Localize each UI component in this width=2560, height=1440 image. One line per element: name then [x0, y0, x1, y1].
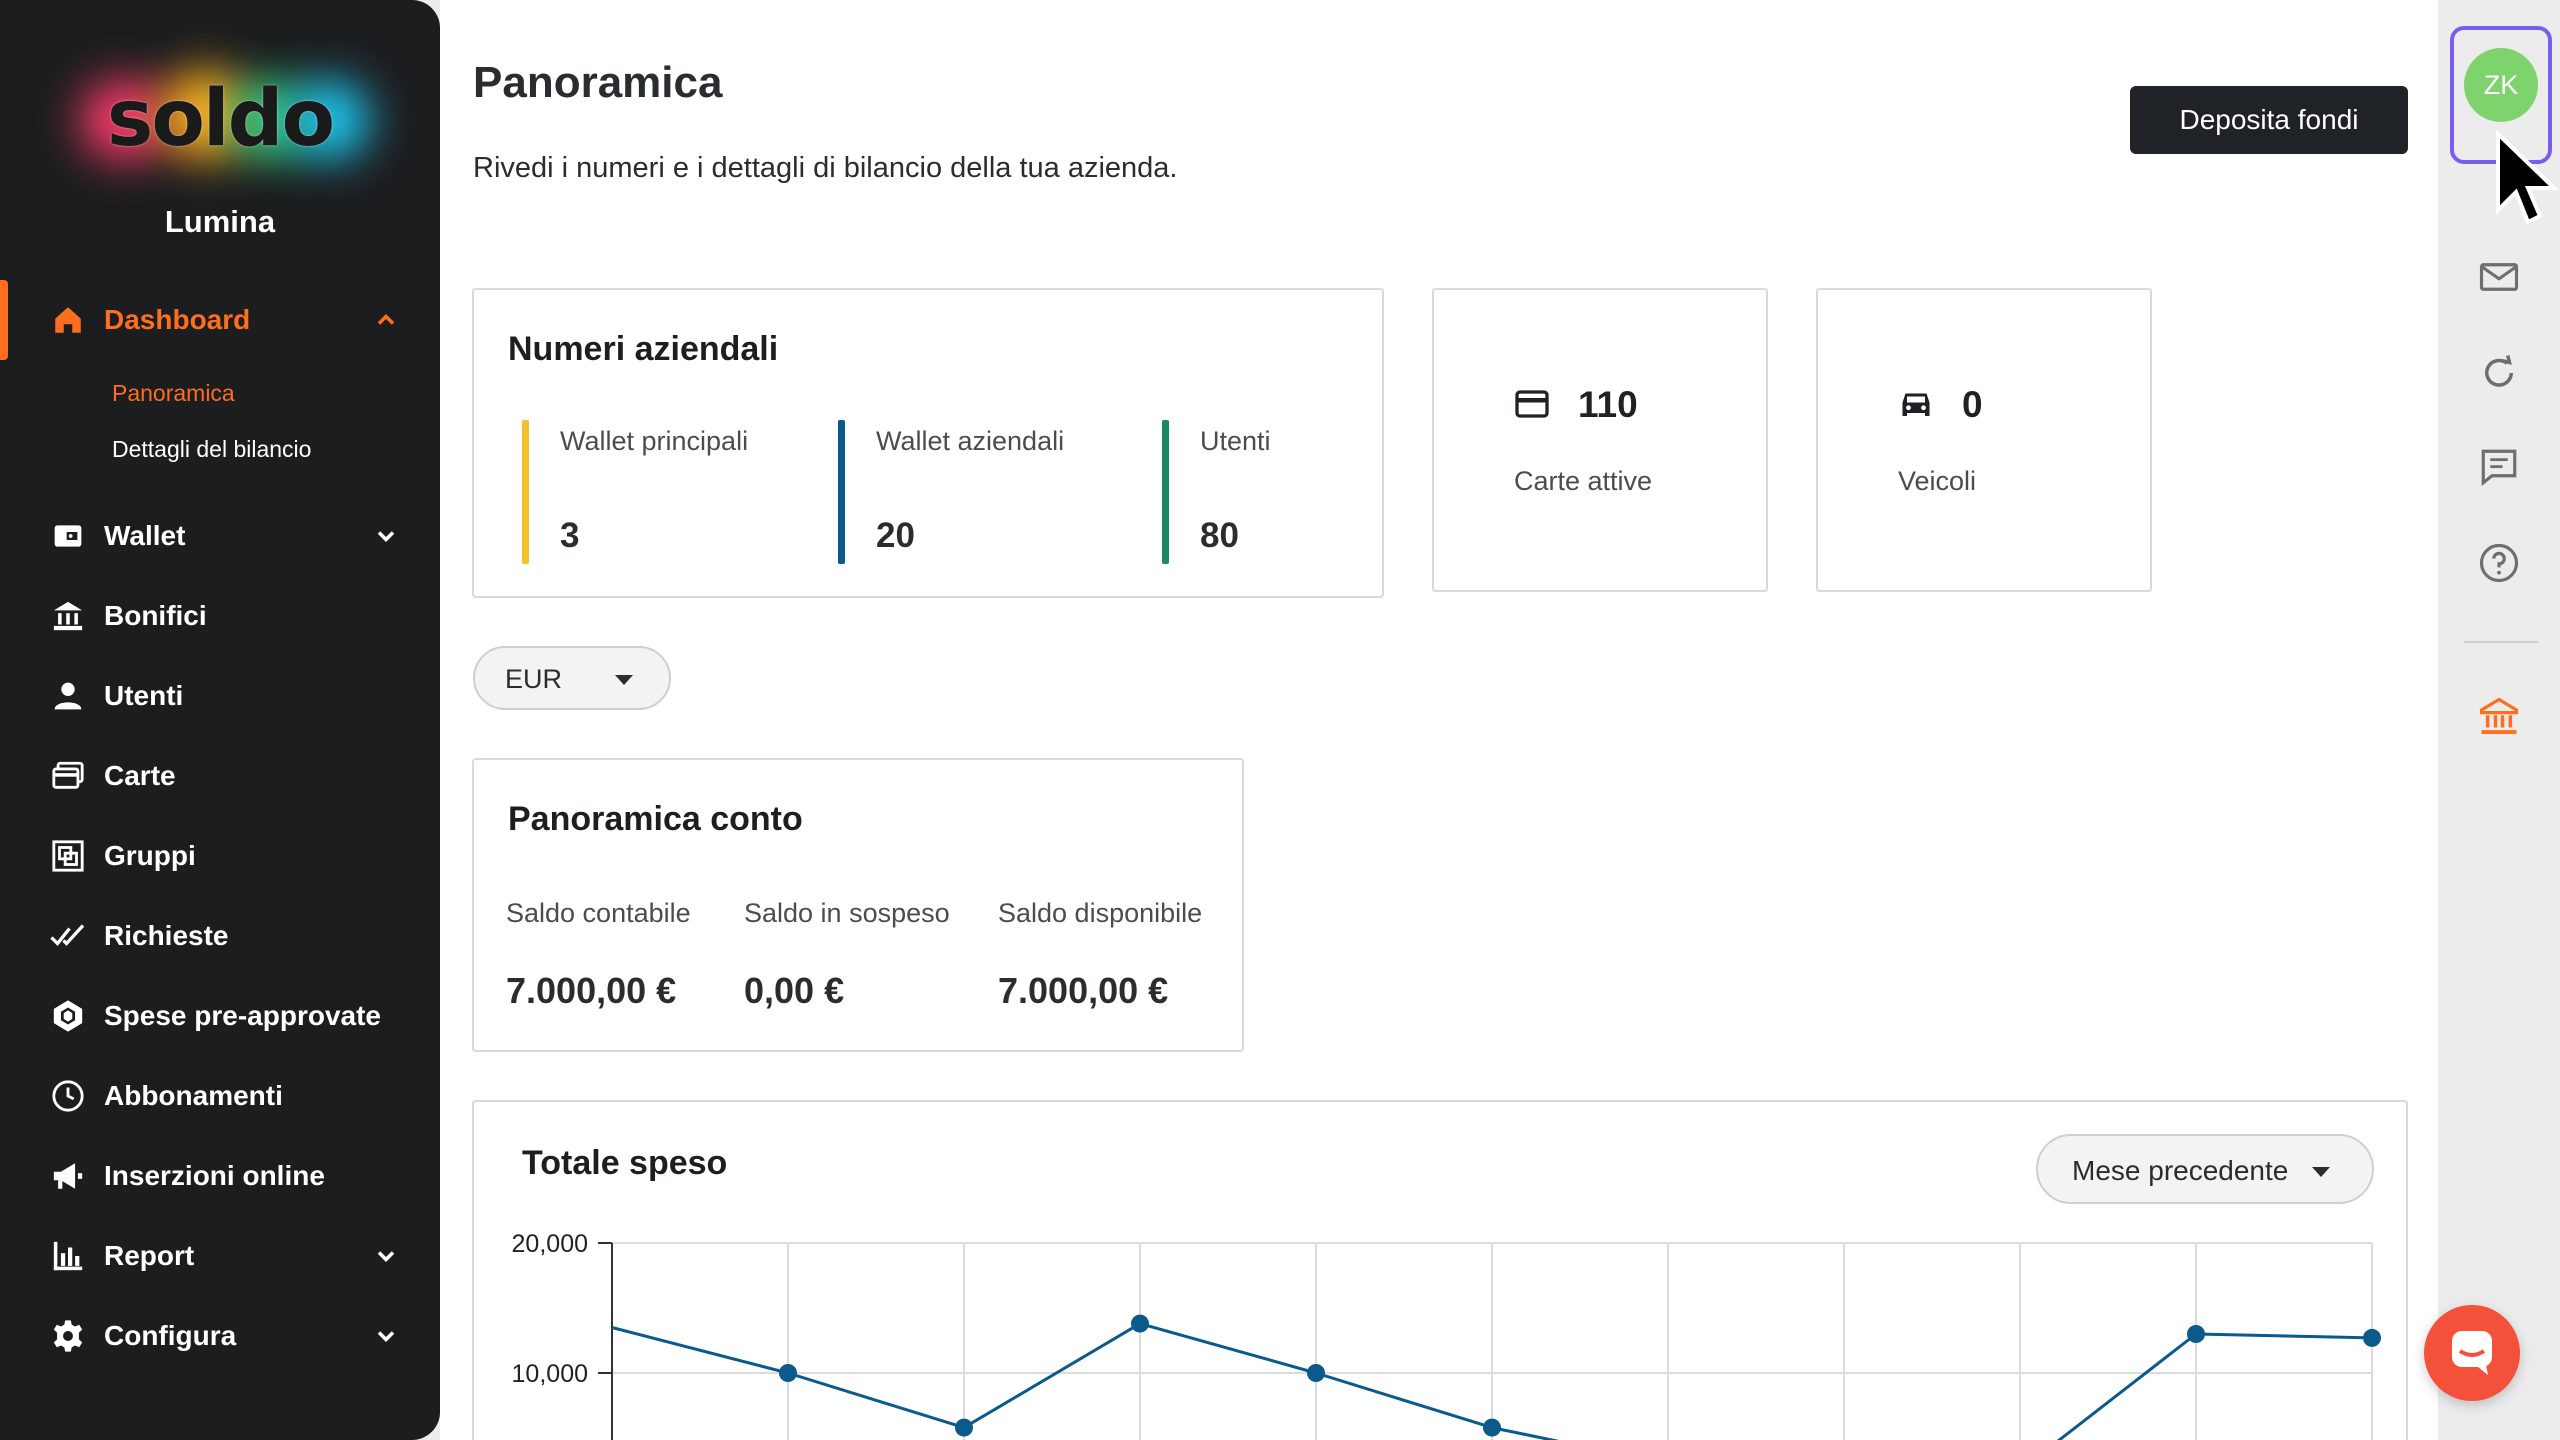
chat-icon[interactable] [2478, 446, 2520, 488]
rail-divider [2464, 641, 2538, 643]
page-title: Panoramica [473, 58, 723, 107]
mouse-cursor-icon [2490, 129, 2560, 230]
chevron-down-icon[interactable] [372, 522, 400, 550]
caret-down-icon [2312, 1167, 2330, 1177]
sidebar-item-wallet[interactable]: Wallet [0, 501, 440, 571]
card-title: Totale speso [522, 1144, 728, 1182]
wallet-icon [50, 518, 86, 554]
kpi-value: 80 [1200, 516, 1239, 555]
logo-wordmark: soldo [106, 74, 335, 164]
sidebar-item-bonifici[interactable]: Bonifici [0, 581, 440, 651]
sidebar-item-label: Configura [104, 1320, 237, 1351]
sidebar-item-utenti[interactable]: Utenti [0, 661, 440, 731]
chevron-down-icon[interactable] [372, 1322, 400, 1350]
refresh-icon[interactable] [2478, 352, 2520, 394]
kpi-business-wallets: Wallet aziendali 20 [838, 420, 1138, 564]
sidebar-item-label: Wallet [104, 520, 186, 551]
pending-balance-label: Saldo in sospeso [744, 898, 950, 928]
sidebar-item-label: Inserzioni online [104, 1160, 325, 1191]
groups-icon [50, 838, 86, 874]
vehicles-count: 0 [1962, 384, 1983, 425]
sidebar-item-label: Report [104, 1240, 195, 1271]
kpi-label: Wallet principali [560, 426, 749, 456]
sidebar-item-spese-pre-approvate[interactable]: Spese pre-approvate [0, 981, 440, 1051]
kpi-value: 20 [876, 516, 915, 555]
currency-value: EUR [505, 664, 563, 694]
kpi-main-wallets: Wallet principali 3 [522, 420, 822, 564]
active-cards-card[interactable] [1432, 288, 1768, 592]
kpi-value: 3 [560, 516, 580, 555]
help-icon[interactable] [2478, 542, 2520, 584]
bar-chart-icon [50, 1238, 86, 1274]
period-select[interactable]: Mese precedente [2036, 1134, 2374, 1204]
kpi-users: Utenti 80 [1162, 420, 1362, 564]
sidebar: soldo Lumina Dashboard Panoramica Dettag… [0, 0, 440, 1440]
available-balance-value: 7.000,00 € [998, 970, 1169, 1011]
mail-icon[interactable] [2478, 256, 2520, 298]
caret-down-icon [615, 675, 633, 685]
hexagon-icon [50, 998, 86, 1034]
kpi-color-bar [1162, 420, 1169, 564]
sidebar-subitem-panoramica[interactable]: Panoramica [112, 380, 235, 407]
kpi-color-bar [838, 420, 845, 564]
sidebar-item-inserzioni-online[interactable]: Inserzioni online [0, 1141, 440, 1211]
user-icon [50, 678, 86, 714]
credit-card-icon [1514, 386, 1550, 427]
kpi-color-bar [522, 420, 529, 564]
kpi-label: Wallet aziendali [876, 426, 1065, 456]
vehicles-label: Veicoli [1898, 466, 1977, 496]
book-balance-label: Saldo contabile [506, 898, 691, 928]
bank-icon[interactable] [2478, 696, 2520, 738]
sidebar-item-configura[interactable]: Configura [0, 1301, 440, 1371]
sidebar-item-label: Gruppi [104, 840, 196, 871]
sidebar-item-label: Carte [104, 760, 176, 791]
chevron-down-icon[interactable] [372, 1242, 400, 1270]
sidebar-item-dashboard[interactable]: Dashboard [0, 285, 440, 355]
chevron-up-icon[interactable] [372, 306, 400, 334]
page-subtitle: Rivedi i numeri e i dettagli di bilancio… [473, 152, 1178, 184]
home-icon [50, 302, 86, 338]
sidebar-item-label: Bonifici [104, 600, 207, 631]
sidebar-item-label: Spese pre-approvate [104, 1000, 381, 1031]
gear-icon [50, 1318, 86, 1354]
avatar[interactable]: ZK [2464, 48, 2538, 122]
active-cards-label: Carte attive [1514, 466, 1653, 496]
sidebar-item-label: Abbonamenti [104, 1080, 283, 1111]
sidebar-subitem-dettagli-bilancio[interactable]: Dettagli del bilancio [112, 436, 311, 463]
book-balance-value: 7.000,00 € [506, 970, 677, 1011]
kpi-label: Utenti [1200, 426, 1271, 456]
bank-transfer-icon [50, 598, 86, 634]
sidebar-item-richieste[interactable]: Richieste [0, 901, 440, 971]
sidebar-item-abbonamenti[interactable]: Abbonamenti [0, 1061, 440, 1131]
chat-bubble-icon [2450, 1329, 2494, 1382]
vehicles-card[interactable] [1816, 288, 2152, 592]
double-check-icon [50, 918, 86, 954]
car-icon [1898, 386, 1934, 427]
available-balance-label: Saldo disponibile [998, 898, 1203, 928]
support-chat-button[interactable] [2424, 1305, 2520, 1401]
sidebar-item-gruppi[interactable]: Gruppi [0, 821, 440, 891]
currency-select[interactable]: EUR [473, 646, 671, 710]
soldo-logo[interactable]: soldo [60, 60, 380, 180]
active-cards-count: 110 [1578, 384, 1638, 425]
megaphone-icon [50, 1158, 86, 1194]
pending-balance-value: 0,00 € [744, 970, 845, 1011]
card-title: Panoramica conto [508, 800, 803, 838]
clock-icon [50, 1078, 86, 1114]
sidebar-item-label: Richieste [104, 920, 229, 951]
sidebar-item-label: Utenti [104, 680, 184, 711]
deposit-funds-button[interactable]: Deposita fondi [2130, 86, 2408, 154]
card-title: Numeri aziendali [508, 330, 779, 368]
period-value: Mese precedente [2072, 1155, 2289, 1186]
company-name: Lumina [164, 204, 276, 239]
sidebar-item-label: Dashboard [104, 304, 251, 335]
sidebar-item-report[interactable]: Report [0, 1221, 440, 1291]
cards-icon [50, 758, 86, 794]
sidebar-item-carte[interactable]: Carte [0, 741, 440, 811]
